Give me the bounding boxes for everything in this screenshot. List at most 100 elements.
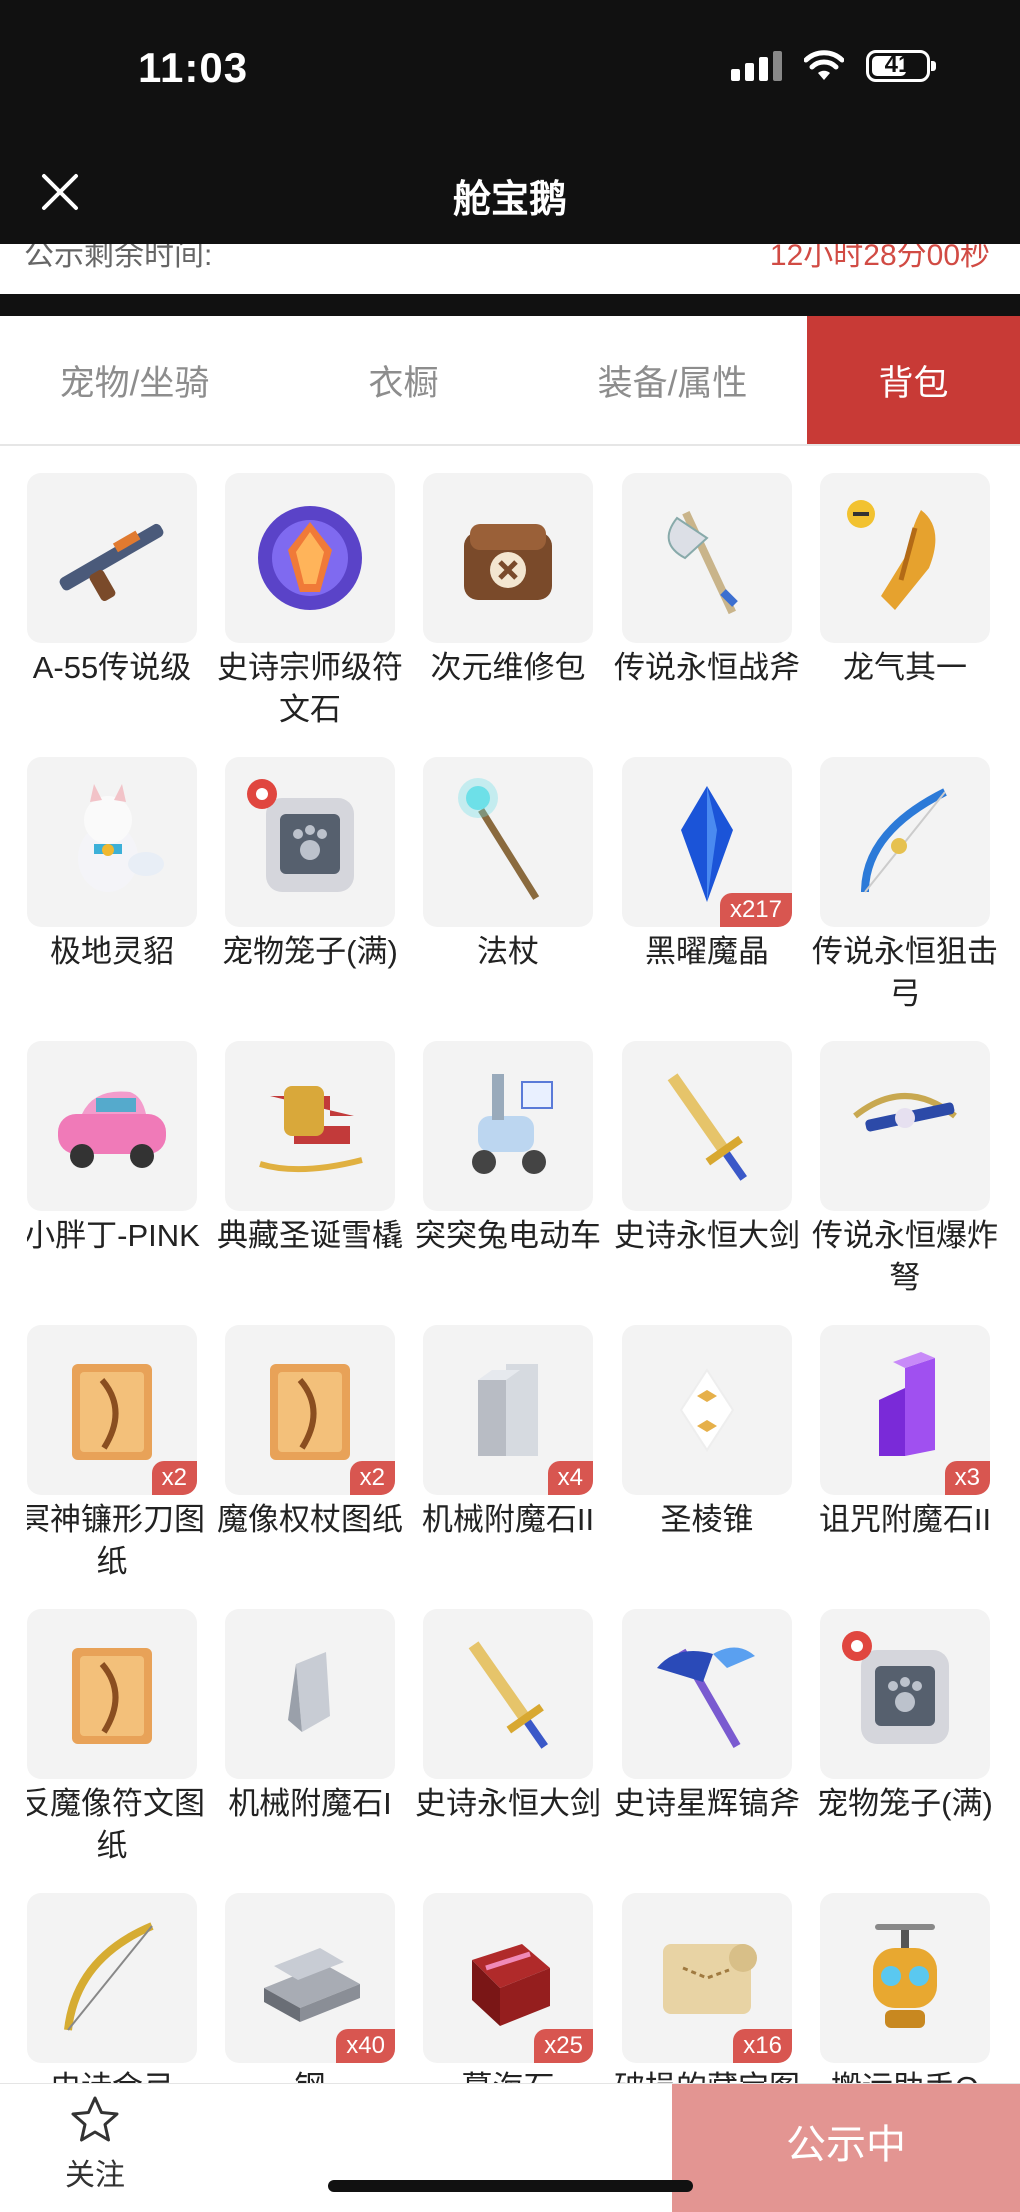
- item-thumbnail: [27, 1041, 197, 1211]
- battle-axe-icon: [667, 510, 738, 615]
- tab-backpack[interactable]: 背包: [807, 316, 1020, 444]
- item-thumbnail: [27, 757, 197, 927]
- inventory-item[interactable]: x2 冥神镰形刀图纸: [27, 1325, 205, 1585]
- inventory-item[interactable]: x16 破损的藏宝图: [614, 1893, 800, 2083]
- item-thumbnail: [225, 757, 395, 927]
- inventory-item[interactable]: 小胖丁-PINK: [27, 1041, 200, 1301]
- tab-equipment[interactable]: 装备/属性: [538, 316, 807, 444]
- item-thumbnail: [622, 1325, 792, 1495]
- publicizing-status-button[interactable]: 公示中: [672, 2084, 1020, 2212]
- item-name: 次元维修包: [430, 650, 586, 685]
- page-title: 舱宝鹅: [452, 179, 567, 221]
- inventory-item[interactable]: 宠物笼子(满): [817, 1609, 993, 1869]
- inventory-item[interactable]: 机械附魔石I: [225, 1609, 395, 1869]
- item-name: 传说永恒爆炸弩: [812, 1218, 998, 1295]
- item-thumbnail: [423, 473, 593, 643]
- inventory-item[interactable]: 传说永恒战斧: [614, 473, 800, 733]
- inventory-item[interactable]: 龙气其一: [820, 473, 990, 733]
- countdown-value: 12小时28分00秒: [769, 244, 990, 272]
- robot-icon: [873, 1924, 937, 2028]
- item-thumbnail: [820, 1041, 990, 1211]
- item-thumbnail: [27, 473, 197, 643]
- item-thumbnail: [820, 1893, 990, 2063]
- pink-car-icon: [58, 1091, 166, 1168]
- sleigh-icon: [259, 1086, 363, 1173]
- item-thumbnail: [423, 1041, 593, 1211]
- countdown-label: 公示剩余时间:: [24, 244, 213, 272]
- inventory-item[interactable]: x40钢: [225, 1893, 395, 2083]
- inventory-item[interactable]: 史诗宗师级符文石: [217, 473, 403, 733]
- item-thumbnail: [820, 1609, 990, 1779]
- gift-stone-icon: [472, 1944, 550, 2026]
- quantity-badge: x3: [944, 1461, 990, 1495]
- inventory-item[interactable]: 圣棱锥: [622, 1325, 792, 1585]
- great-sword-icon: [667, 1073, 747, 1181]
- follow-label: 关注: [65, 2159, 125, 2192]
- inventory-item[interactable]: 史诗永恒大剑: [614, 1041, 800, 1301]
- tab-pets-mounts[interactable]: 宠物/坐骑: [0, 316, 269, 444]
- inventory-item[interactable]: 宠物笼子(满): [222, 757, 398, 1017]
- arctic-marten-icon: [78, 784, 164, 892]
- map-scroll-icon: [663, 1944, 757, 2014]
- item-thumbnail: [225, 1041, 395, 1211]
- status-bar: 11:03 41: [0, 0, 1020, 140]
- pet-badge-icon: [842, 1631, 872, 1661]
- item-name: 黑曜魔晶: [645, 934, 769, 969]
- cellular-signal-icon: [731, 51, 782, 81]
- inventory-item[interactable]: x2 魔像权杖图纸: [217, 1325, 403, 1585]
- quantity-badge: x2: [349, 1461, 395, 1495]
- blueprint-icon: [72, 1648, 152, 1744]
- item-name: 史诗永恒大剑: [614, 1218, 800, 1253]
- inventory-item[interactable]: 搬运助手Q: [820, 1893, 990, 2083]
- tab-bar: 宠物/坐骑 衣橱 装备/属性 背包: [0, 316, 1020, 446]
- gold-bow-icon: [64, 1922, 154, 2031]
- purple-stone-icon: [879, 1352, 935, 1456]
- wifi-icon: [804, 50, 844, 80]
- quantity-badge: x217: [719, 893, 792, 927]
- inventory-item[interactable]: x217 黑曜魔晶: [622, 757, 792, 1017]
- item-thumbnail: [225, 473, 395, 643]
- tab-wardrobe[interactable]: 衣橱: [269, 316, 538, 444]
- item-thumbnail: x25: [423, 1893, 593, 2063]
- bow-icon: [861, 788, 947, 893]
- quantity-badge: x4: [547, 1461, 593, 1495]
- inventory-item[interactable]: 传说永恒爆炸弩: [812, 1041, 998, 1301]
- inventory-grid: A-55传说级 史诗宗师级符文石 次元维修包 传说永恒战斧 龙气其一 极地灵貂 宠物笼子(满…: [27, 473, 999, 2083]
- item-thumbnail: [622, 473, 792, 643]
- inventory-item[interactable]: 史诗星辉镐斧: [614, 1609, 800, 1869]
- item-name: 史诗永恒大剑: [415, 1786, 601, 1821]
- inventory-item[interactable]: x25蔓海石: [423, 1893, 593, 2083]
- battery-icon: 41: [866, 50, 936, 82]
- inventory-item[interactable]: 法杖: [423, 757, 593, 1017]
- item-name: 反魔像符文图纸: [27, 1786, 205, 1863]
- item-name: 传说永恒狙击弓: [812, 934, 998, 1011]
- item-thumbnail: x16: [622, 1893, 792, 2063]
- inventory-item[interactable]: 传说永恒狙击弓: [812, 757, 998, 1017]
- quantity-badge: x2: [151, 1461, 197, 1495]
- item-name: 突突兔电动车: [415, 1218, 601, 1253]
- inventory-item[interactable]: x3 诅咒附魔石II: [819, 1325, 991, 1585]
- metal-shard-icon: [288, 1652, 330, 1732]
- item-name: 极地灵貂: [50, 934, 174, 969]
- pick-axe-icon: [657, 1647, 755, 1748]
- star-icon: [71, 2096, 119, 2142]
- rifle-icon: [59, 523, 164, 601]
- bottom-bar: 关注 公示中: [0, 2083, 1020, 2212]
- inventory-item[interactable]: A-55传说级: [27, 473, 197, 733]
- inventory-item[interactable]: 极地灵貂: [27, 757, 197, 1017]
- inventory-item[interactable]: 突突兔电动车: [415, 1041, 601, 1301]
- inventory-item[interactable]: x4 机械附魔石II: [422, 1325, 594, 1585]
- status-indicators: 41: [731, 50, 936, 82]
- inventory-item[interactable]: 典藏圣诞雪橇: [217, 1041, 403, 1301]
- inventory-item[interactable]: 反魔像符文图纸: [27, 1609, 205, 1869]
- item-name: 诅咒附魔石II: [818, 1502, 992, 1537]
- inventory-item[interactable]: 次元维修包: [423, 473, 593, 733]
- inventory-item[interactable]: 史诗金弓: [27, 1893, 197, 2083]
- item-name: 宠物笼子(满): [222, 934, 398, 969]
- inventory-item[interactable]: 史诗永恒大剑: [415, 1609, 601, 1869]
- nav-bar: 舱宝鹅: [0, 140, 1020, 244]
- follow-button[interactable]: 关注: [40, 2094, 150, 2194]
- great-sword-icon: [468, 1641, 548, 1749]
- crystal-icon: [681, 786, 733, 902]
- item-thumbnail: x2: [27, 1325, 197, 1495]
